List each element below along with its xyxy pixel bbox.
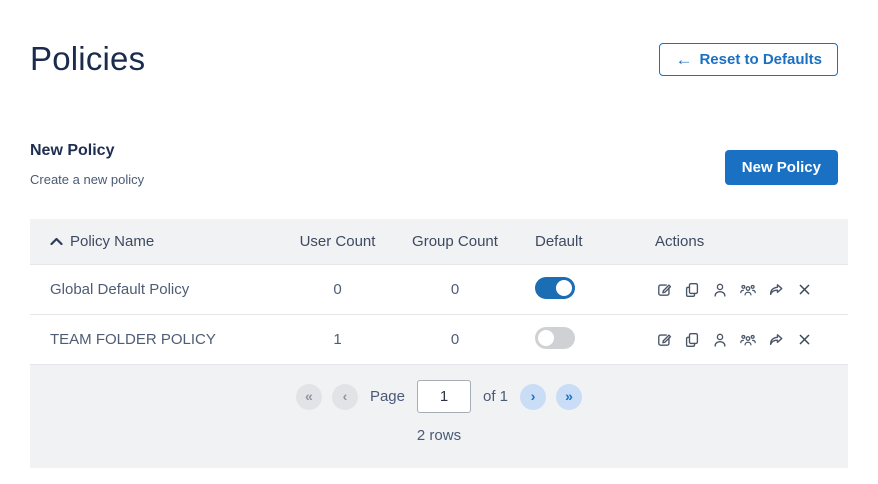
section-heading: New Policy <box>30 142 144 160</box>
column-header-default: Default <box>520 233 640 250</box>
first-page-button[interactable]: « <box>296 384 322 410</box>
edit-icon[interactable] <box>655 281 673 299</box>
group-count-cell: 0 <box>390 281 520 298</box>
default-cell <box>520 327 640 353</box>
table-row: Global Default Policy 0 0 <box>30 265 848 315</box>
page-number-input[interactable] <box>417 380 471 413</box>
sort-chevron-up-icon[interactable] <box>50 237 63 246</box>
new-policy-section: New Policy Create a new policy New Polic… <box>30 142 848 187</box>
reset-to-defaults-button[interactable]: ← Reset to Defaults <box>659 43 838 76</box>
left-arrow-icon: ← <box>675 51 692 68</box>
column-header-actions: Actions <box>640 233 848 250</box>
column-header-policy-name[interactable]: Policy Name <box>30 233 285 250</box>
new-policy-button[interactable]: New Policy <box>725 150 838 185</box>
page-title: Policies <box>30 40 145 78</box>
column-header-group-count: Group Count <box>390 233 520 250</box>
user-icon[interactable] <box>711 281 729 299</box>
table-footer: « ‹ Page of 1 › » 2 rows <box>30 365 848 468</box>
top-bar: Policies ← Reset to Defaults <box>30 40 848 78</box>
column-header-user-count: User Count <box>285 233 390 250</box>
user-count-cell: 0 <box>285 281 390 298</box>
default-toggle[interactable] <box>535 277 575 299</box>
table-row: TEAM FOLDER POLICY 1 0 <box>30 315 848 365</box>
copy-icon[interactable] <box>683 281 701 299</box>
pagination: « ‹ Page of 1 › » <box>30 380 848 413</box>
actions-cell <box>640 281 848 299</box>
column-label: Policy Name <box>70 233 154 250</box>
edit-icon[interactable] <box>655 331 673 349</box>
share-icon[interactable] <box>767 331 785 349</box>
user-count-cell: 1 <box>285 331 390 348</box>
policies-page: Policies ← Reset to Defaults New Policy … <box>0 40 878 468</box>
user-group-icon[interactable] <box>739 331 757 349</box>
policy-name-cell: TEAM FOLDER POLICY <box>30 331 285 348</box>
toggle-knob <box>556 280 572 296</box>
delete-x-icon[interactable] <box>795 281 813 299</box>
section-subtitle: Create a new policy <box>30 172 144 187</box>
table-header-row: Policy Name User Count Group Count Defau… <box>30 219 848 265</box>
rows-count: 2 rows <box>30 427 848 444</box>
group-count-cell: 0 <box>390 331 520 348</box>
default-toggle[interactable] <box>535 327 575 349</box>
of-total-label: of 1 <box>483 388 508 405</box>
user-group-icon[interactable] <box>739 281 757 299</box>
share-icon[interactable] <box>767 281 785 299</box>
prev-page-button[interactable]: ‹ <box>332 384 358 410</box>
page-label: Page <box>370 388 405 405</box>
last-page-button[interactable]: » <box>556 384 582 410</box>
policy-name-cell: Global Default Policy <box>30 281 285 298</box>
reset-button-label: Reset to Defaults <box>699 51 822 68</box>
toggle-knob <box>538 330 554 346</box>
delete-x-icon[interactable] <box>795 331 813 349</box>
section-text: New Policy Create a new policy <box>30 142 144 187</box>
actions-cell <box>640 331 848 349</box>
copy-icon[interactable] <box>683 331 701 349</box>
policies-table: Policy Name User Count Group Count Defau… <box>30 219 848 468</box>
user-icon[interactable] <box>711 331 729 349</box>
next-page-button[interactable]: › <box>520 384 546 410</box>
default-cell <box>520 277 640 303</box>
